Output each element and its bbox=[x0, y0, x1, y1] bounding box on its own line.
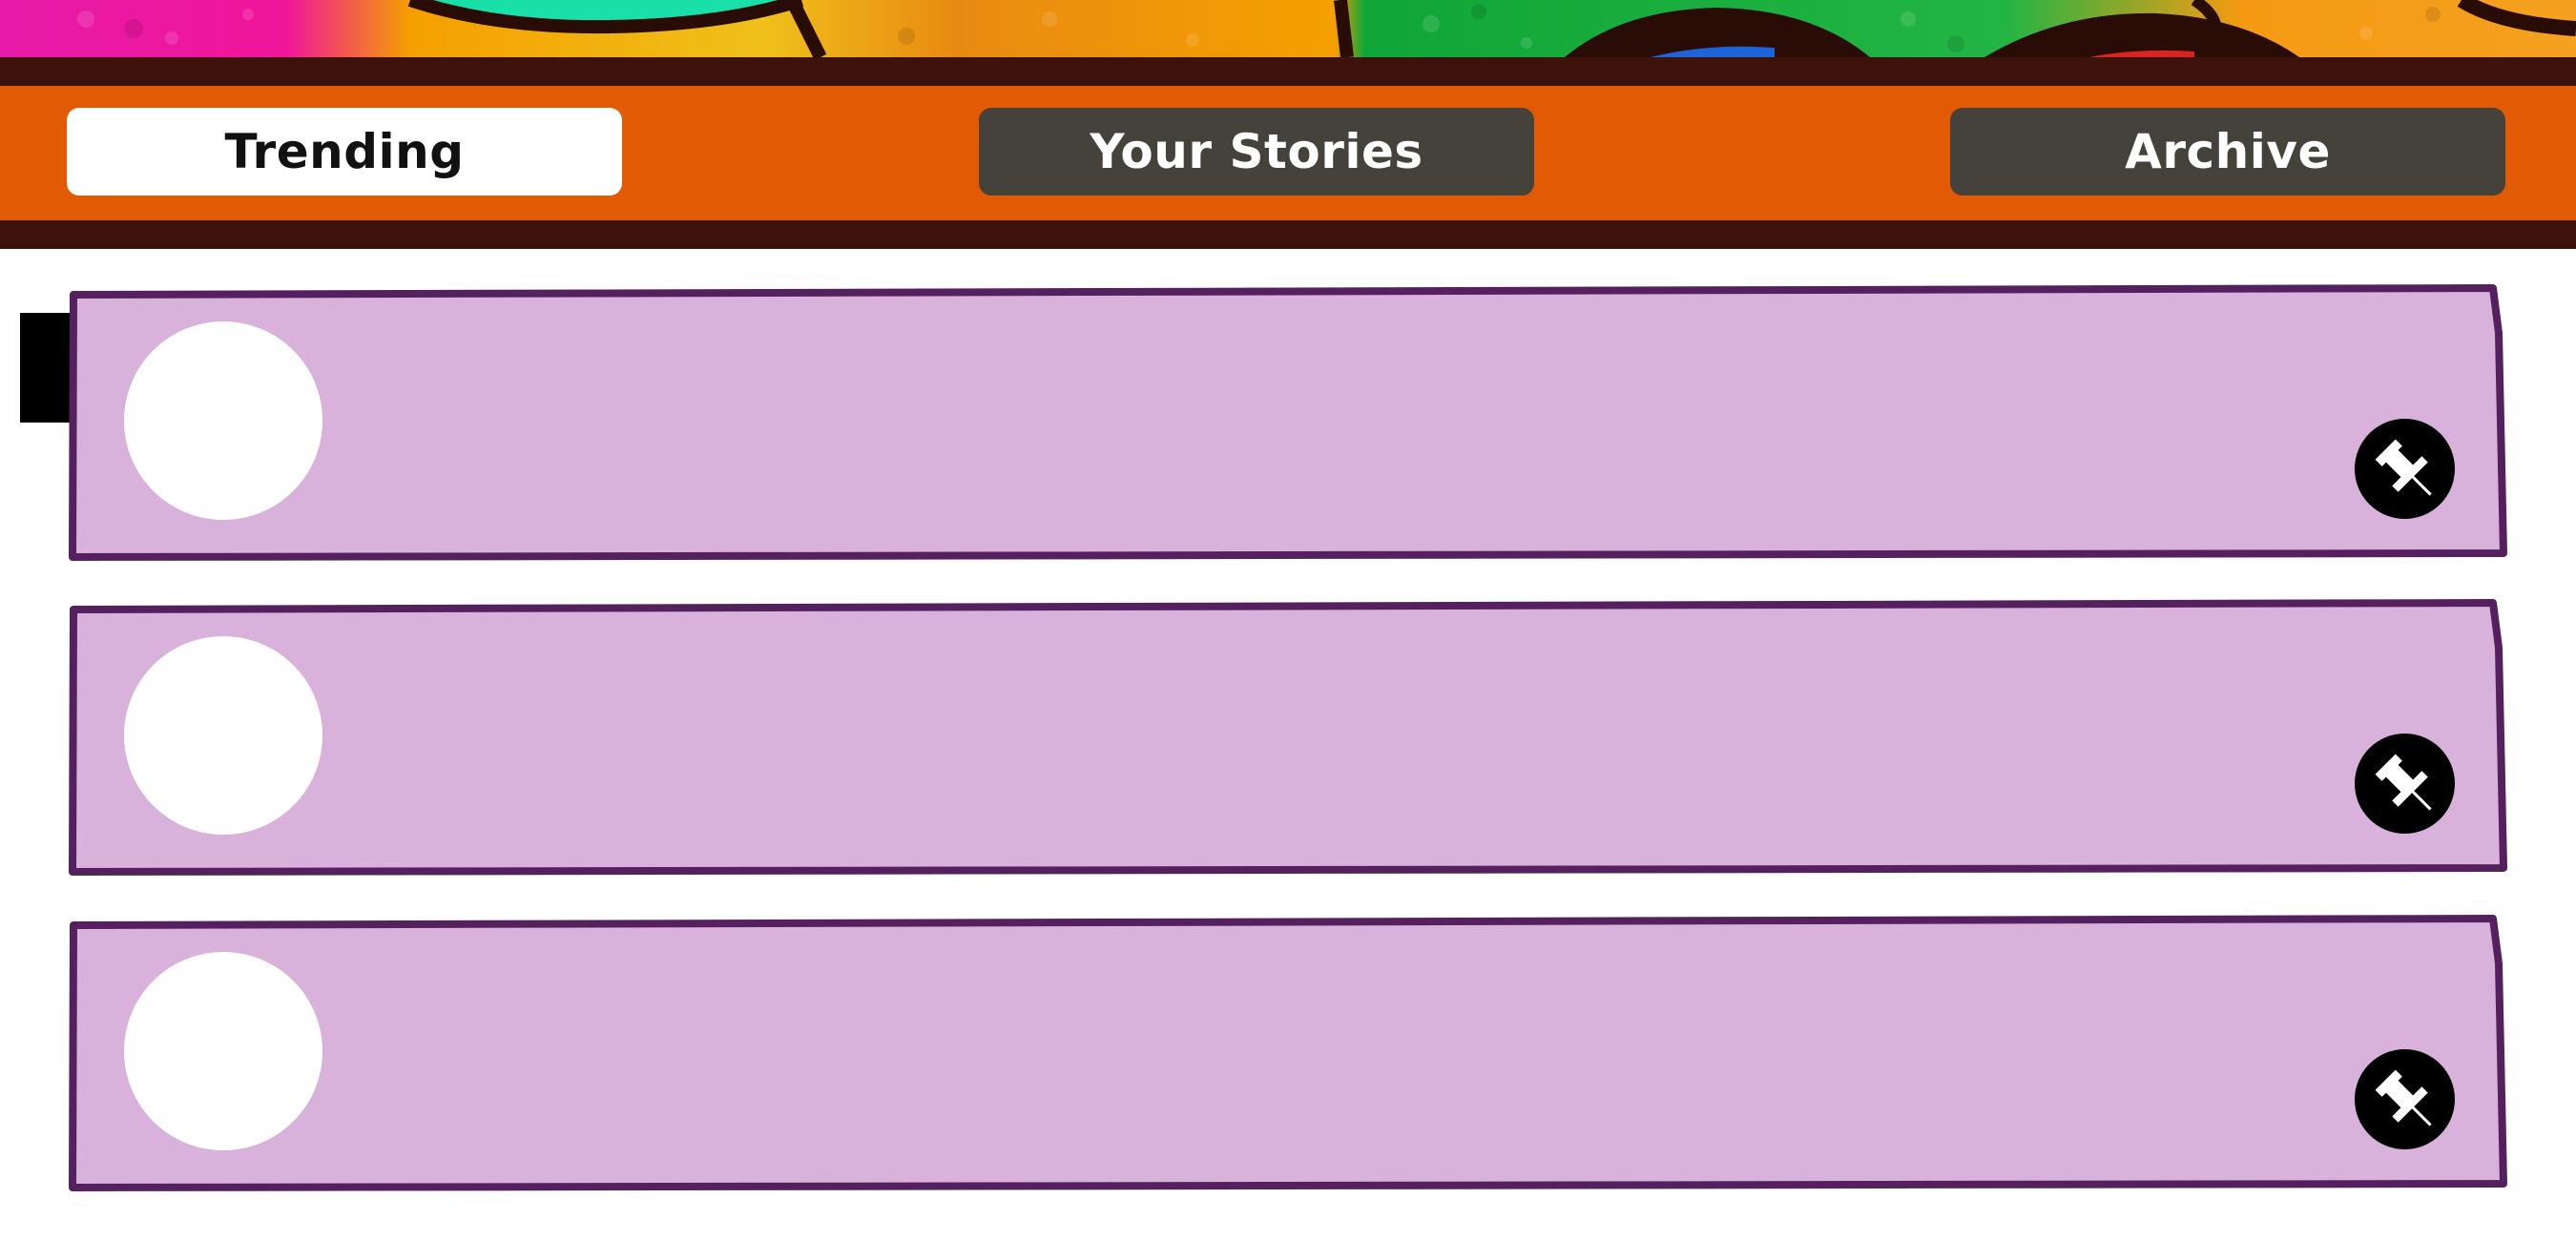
pin-icon bbox=[2375, 1069, 2432, 1126]
tab-bar: Trending Your Stories Archive bbox=[0, 57, 2576, 249]
avatar bbox=[124, 321, 322, 520]
story-card[interactable] bbox=[67, 914, 2509, 1192]
pin-button[interactable] bbox=[2355, 734, 2455, 834]
tab-trending[interactable]: Trending bbox=[67, 108, 622, 196]
pin-button[interactable] bbox=[2355, 1049, 2455, 1149]
avatar bbox=[124, 952, 322, 1150]
pin-icon bbox=[2375, 439, 2432, 496]
card-background bbox=[69, 284, 2507, 561]
avatar bbox=[124, 636, 322, 835]
card-background bbox=[69, 599, 2507, 876]
selected-item-marker bbox=[20, 313, 72, 423]
pin-button[interactable] bbox=[2355, 419, 2455, 519]
card-background bbox=[69, 915, 2507, 1191]
header-banner bbox=[0, 0, 2576, 57]
tab-archive[interactable]: Archive bbox=[1950, 108, 2505, 196]
banner-art bbox=[77, 0, 2576, 57]
story-card[interactable] bbox=[67, 598, 2509, 877]
story-card[interactable] bbox=[67, 283, 2509, 562]
tab-your-stories[interactable]: Your Stories bbox=[979, 108, 1534, 196]
pin-icon bbox=[2375, 754, 2432, 811]
app-screen: Trending Your Stories Archive bbox=[0, 0, 2576, 1240]
